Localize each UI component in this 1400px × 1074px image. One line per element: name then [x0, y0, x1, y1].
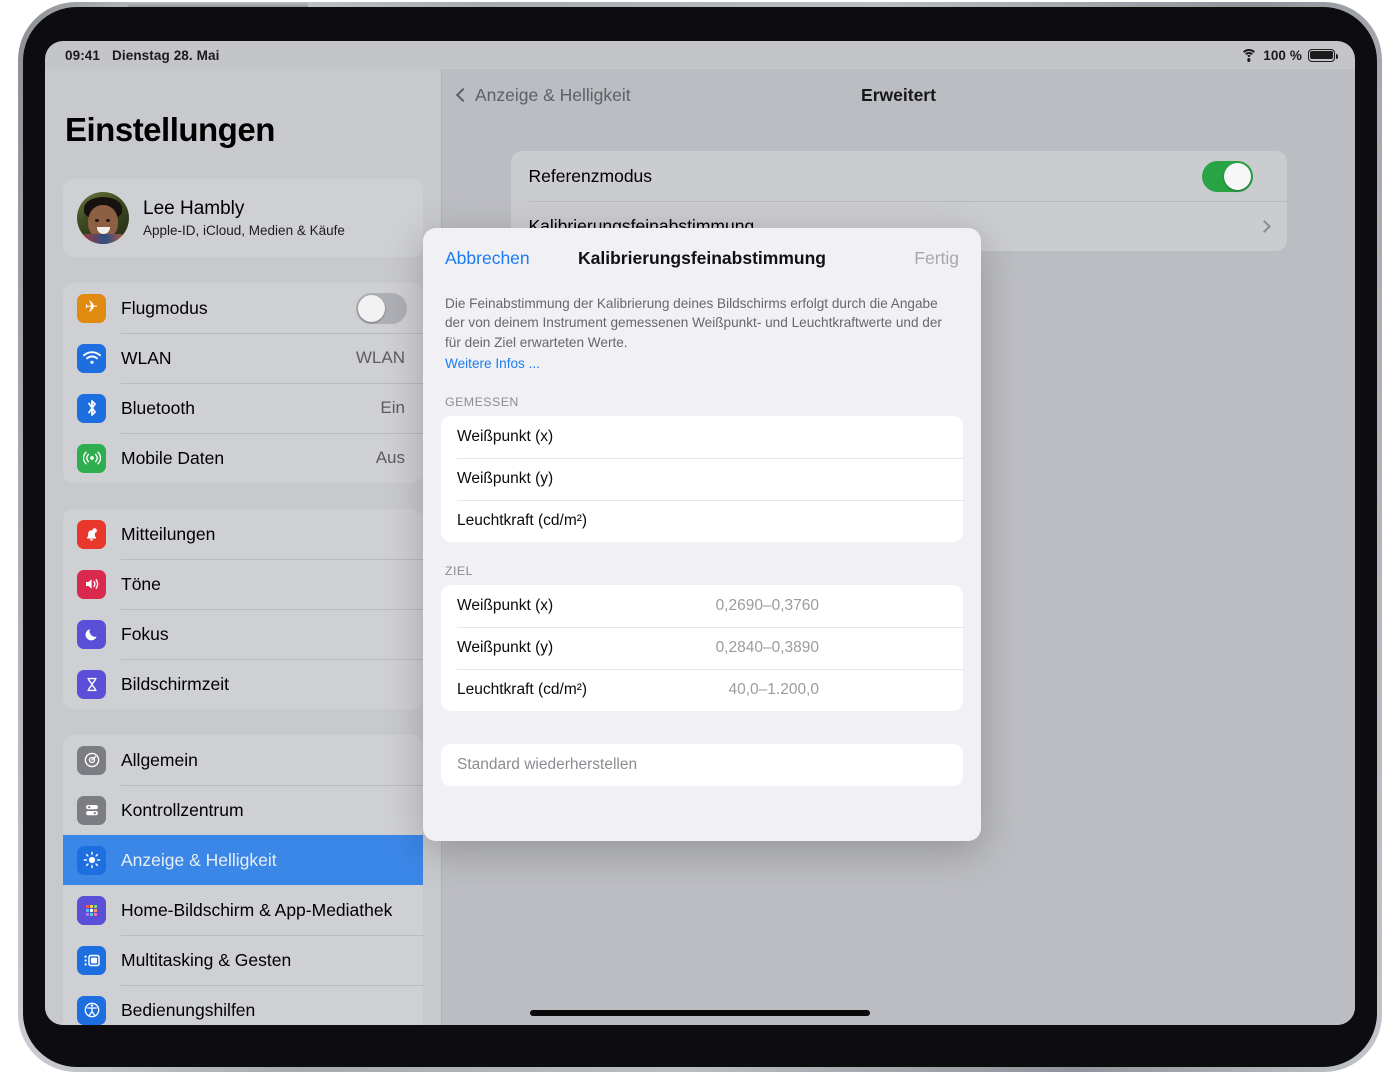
detail-title: Erweitert [861, 84, 936, 105]
status-time: 09:41 [65, 47, 101, 63]
sidebar-item-flugmodus[interactable]: ✈ Flugmodus [63, 283, 423, 333]
page-title: Einstellungen [65, 111, 275, 148]
sidebar-item-label: Flugmodus [121, 297, 208, 318]
sidebar-item-bildschirmzeit[interactable]: Bildschirmzeit [63, 659, 423, 709]
gear-icon [77, 745, 106, 775]
sidebar-item-label: Home-Bildschirm & App-Mediathek [121, 899, 393, 920]
sidebar-item-value: WLAN [355, 348, 405, 367]
cancel-button[interactable]: Abbrechen [445, 248, 530, 269]
speaker-icon [77, 569, 106, 599]
sidebar-item-multitasking[interactable]: Multitasking & Gesten [63, 935, 423, 985]
sliders-icon [77, 795, 106, 825]
account-card[interactable]: Lee Hambly Apple-ID, iCloud, Medien & Kä… [63, 179, 423, 257]
target-row-weisspunkt-x[interactable]: Weißpunkt (x) 0,2690–0,3760 [441, 585, 963, 627]
sidebar-item-label: Kontrollzentrum [121, 799, 244, 820]
sidebar-item-kontrollzentrum[interactable]: Kontrollzentrum [63, 785, 423, 835]
home-indicator[interactable] [530, 1010, 870, 1016]
measured-row-label: Weißpunkt (y) [457, 470, 554, 488]
measured-row-weisspunkt-x[interactable]: Weißpunkt (x) [441, 416, 963, 458]
sidebar-item-bedienungshilfen[interactable]: Bedienungshilfen [63, 985, 423, 1025]
target-row-value[interactable]: 0,2690–0,3760 [716, 597, 819, 615]
target-row-value[interactable]: 0,2840–0,3890 [716, 639, 819, 657]
sidebar-item-allgemein[interactable]: Allgemein [63, 735, 423, 785]
settings-sidebar[interactable]: Einstellungen Lee Hambly Apple-ID, iClou… [45, 69, 441, 1025]
sidebar-item-label: Bildschirmzeit [121, 673, 229, 694]
sidebar-group-notifications: Mitteilungen Töne Fokus Bildschirmzeit [63, 509, 423, 709]
target-row-label: Weißpunkt (y) [457, 639, 554, 657]
modal-description-text: Die Feinabstimmung der Kalibrierung dein… [445, 296, 942, 350]
measured-card: Weißpunkt (x) Weißpunkt (y) Leuchtkraft … [441, 416, 963, 543]
sidebar-item-label: Allgemein [121, 749, 198, 770]
target-card: Weißpunkt (x) 0,2690–0,3760 Weißpunkt (y… [441, 585, 963, 712]
account-subtitle: Apple-ID, iCloud, Medien & Käufe [143, 223, 345, 238]
more-info-link[interactable]: Weitere Infos ... [445, 354, 540, 373]
calibration-modal: Abbrechen Kalibrierungsfeinabstimmung Fe… [423, 228, 981, 841]
battery-percent-label: 100 % [1263, 47, 1302, 63]
sidebar-item-label: Multitasking & Gesten [121, 949, 292, 970]
avatar [77, 192, 129, 244]
flugmodus-toggle[interactable] [356, 292, 407, 324]
sidebar-group-system: Allgemein Kontrollzentrum Anzeige & Hell… [63, 735, 423, 1025]
target-row-weisspunkt-y[interactable]: Weißpunkt (y) 0,2840–0,3890 [441, 627, 963, 669]
measured-section-header: GEMESSEN [445, 395, 519, 410]
cellular-icon [77, 443, 106, 473]
restore-default-button[interactable]: Standard wiederherstellen [441, 744, 963, 786]
moon-icon [77, 619, 106, 649]
sidebar-item-home-bildschirm[interactable]: Home-Bildschirm & App-Mediathek [63, 885, 423, 935]
sidebar-item-value: Aus [375, 448, 405, 467]
target-row-value[interactable]: 40,0–1.200,0 [728, 681, 819, 699]
ipad-screen: 09:41 Dienstag 28. Mai 100 % Einstellung… [45, 41, 1355, 1025]
target-section-header: ZIEL [445, 564, 473, 579]
restore-default-label: Standard wiederherstellen [457, 756, 638, 774]
sidebar-item-anzeige-helligkeit[interactable]: Anzeige & Helligkeit [63, 835, 423, 885]
sidebar-item-toene[interactable]: Töne [63, 559, 423, 609]
wifi-icon [1240, 48, 1258, 62]
sidebar-item-wlan[interactable]: WLAN WLAN [63, 333, 423, 383]
brightness-icon [77, 845, 106, 875]
sidebar-item-label: Bedienungshilfen [121, 999, 256, 1020]
battery-icon [1308, 48, 1338, 62]
sidebar-item-label: Töne [121, 573, 161, 594]
sidebar-group-connectivity: ✈ Flugmodus WLAN WLAN Bluetooth Ein Mobi… [63, 283, 423, 483]
status-date: Dienstag 28. Mai [112, 47, 220, 63]
sidebar-item-fokus[interactable]: Fokus [63, 609, 423, 659]
status-bar: 09:41 Dienstag 28. Mai 100 % [45, 41, 1355, 69]
sidebar-item-value: Ein [380, 398, 405, 417]
measured-row-label: Weißpunkt (x) [457, 428, 554, 446]
sidebar-item-label: Anzeige & Helligkeit [121, 849, 277, 870]
sidebar-item-mobile-daten[interactable]: Mobile Daten Aus [63, 433, 423, 483]
wifi-icon [77, 343, 106, 373]
sidebar-item-label: Fokus [121, 623, 169, 644]
restore-card: Standard wiederherstellen [441, 744, 963, 787]
target-row-leuchtkraft[interactable]: Leuchtkraft (cd/m²) 40,0–1.200,0 [441, 669, 963, 711]
detail-row-referenzmodus[interactable]: Referenzmodus [511, 151, 1287, 201]
chevron-right-icon [1257, 219, 1271, 233]
measured-row-weisspunkt-y[interactable]: Weißpunkt (y) [441, 458, 963, 500]
done-button[interactable]: Fertig [914, 248, 959, 269]
bell-icon [77, 519, 106, 549]
app-grid-icon [77, 895, 106, 925]
target-row-label: Leuchtkraft (cd/m²) [457, 681, 588, 699]
referenzmodus-toggle[interactable] [1201, 160, 1253, 192]
target-row-label: Weißpunkt (x) [457, 597, 554, 615]
modal-description: Die Feinabstimmung der Kalibrierung dein… [423, 288, 981, 373]
sidebar-item-bluetooth[interactable]: Bluetooth Ein [63, 383, 423, 433]
sidebar-item-label: Mobile Daten [121, 447, 225, 468]
modal-nav-bar: Abbrechen Kalibrierungsfeinabstimmung Fe… [423, 228, 981, 288]
sidebar-item-label: WLAN [121, 347, 172, 368]
account-name: Lee Hambly [143, 198, 245, 219]
measured-row-leuchtkraft[interactable]: Leuchtkraft (cd/m²) [441, 500, 963, 542]
bluetooth-icon [77, 393, 106, 423]
sidebar-item-label: Mitteilungen [121, 523, 216, 544]
airplane-icon: ✈ [77, 293, 106, 323]
detail-row-label: Referenzmodus [528, 165, 653, 186]
multitasking-icon [77, 945, 106, 975]
sidebar-item-mitteilungen[interactable]: Mitteilungen [63, 509, 423, 559]
sidebar-item-label: Bluetooth [121, 397, 195, 418]
accessibility-icon [77, 995, 106, 1025]
hourglass-icon [77, 669, 106, 699]
measured-row-label: Leuchtkraft (cd/m²) [457, 512, 588, 530]
detail-nav-bar: Anzeige & Helligkeit Erweitert [442, 69, 1355, 121]
